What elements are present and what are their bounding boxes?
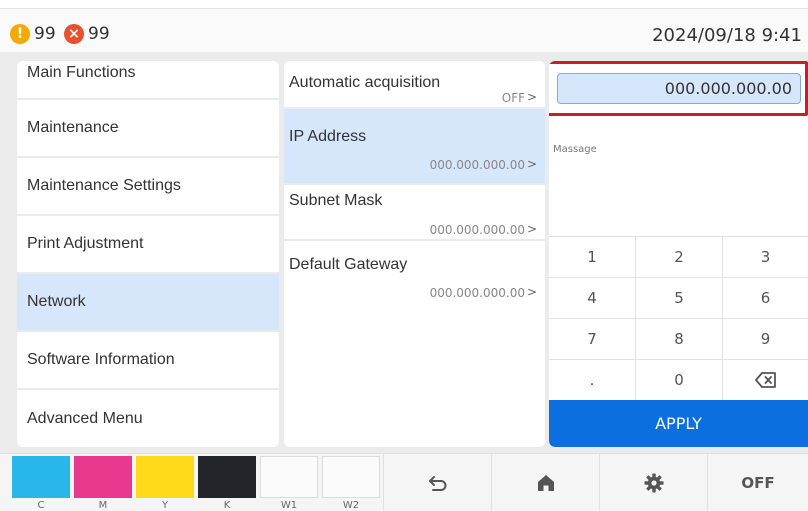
network-settings-list: Automatic acquisition OFF > IP Address 0… bbox=[284, 61, 545, 447]
menu-item-label: Maintenance Settings bbox=[27, 177, 181, 194]
warning-status[interactable]: ! 99 bbox=[10, 24, 56, 44]
settings-menu: Main Functions Maintenance Maintenance S… bbox=[17, 61, 279, 447]
setting-automatic-acquisition[interactable]: Automatic acquisition OFF > bbox=[284, 61, 545, 109]
setting-subnet-mask[interactable]: Subnet Mask 000.000.000.00 > bbox=[284, 185, 545, 241]
datetime: 2024/09/18 9:41 bbox=[652, 25, 802, 46]
chevron-right-icon: > bbox=[526, 90, 537, 104]
key-4[interactable]: 4 bbox=[549, 277, 635, 318]
setting-label: Default Gateway bbox=[289, 256, 408, 273]
ink-label-w2: W2 bbox=[342, 500, 360, 511]
menu-item-label: Maintenance bbox=[27, 119, 119, 136]
key-7[interactable]: 7 bbox=[549, 318, 635, 359]
key-9[interactable]: 9 bbox=[722, 318, 808, 359]
menu-item-maintenance-settings[interactable]: Maintenance Settings bbox=[17, 158, 279, 216]
main-area: Main Functions Maintenance Maintenance S… bbox=[0, 52, 808, 453]
ink-swatch-y[interactable] bbox=[136, 456, 194, 498]
top-edge bbox=[0, 0, 808, 9]
menu-item-main-functions[interactable]: Main Functions bbox=[17, 61, 279, 100]
backspace-button[interactable] bbox=[722, 359, 808, 400]
device-screen: ! 99 × 99 2024/09/18 9:41 Main Functions… bbox=[0, 0, 808, 511]
setting-label: Automatic acquisition bbox=[289, 74, 441, 91]
menu-item-label: Main Functions bbox=[27, 64, 136, 81]
setting-value: OFF bbox=[501, 91, 525, 105]
ink-swatch-w1[interactable] bbox=[260, 456, 318, 498]
ink-swatch-k[interactable] bbox=[198, 456, 256, 498]
menu-item-advanced-menu[interactable]: Advanced Menu bbox=[17, 390, 279, 447]
ip-editor-panel: 000.000.000.00 Massage 1 2 3 4 5 6 7 8 9… bbox=[549, 61, 808, 447]
chevron-right-icon: > bbox=[526, 222, 537, 236]
home-icon bbox=[537, 475, 554, 491]
menu-item-label: Advanced Menu bbox=[27, 410, 143, 427]
numeric-keypad: 1 2 3 4 5 6 7 8 9 . 0 bbox=[549, 236, 808, 400]
menu-item-software-information[interactable]: Software Information bbox=[17, 332, 279, 390]
setting-value: 000.000.000.00 bbox=[429, 223, 525, 237]
key-1[interactable]: 1 bbox=[549, 236, 635, 277]
backspace-icon bbox=[754, 372, 776, 388]
menu-item-label: Network bbox=[27, 293, 86, 310]
bottom-bar: C M Y K W1 W2 OFF bbox=[0, 453, 808, 511]
setting-value: 000.000.000.00 bbox=[429, 286, 525, 300]
warning-icon: ! bbox=[10, 24, 30, 44]
menu-item-label: Print Adjustment bbox=[27, 235, 144, 252]
ink-label-c: C bbox=[37, 500, 45, 511]
chevron-right-icon: > bbox=[526, 157, 537, 171]
warning-count: 99 bbox=[34, 24, 56, 44]
back-icon bbox=[428, 476, 446, 491]
ink-swatch-c[interactable] bbox=[12, 456, 70, 498]
key-8[interactable]: 8 bbox=[635, 318, 722, 359]
ink-label-k: K bbox=[223, 500, 231, 511]
error-icon: × bbox=[64, 24, 84, 44]
gear-icon bbox=[644, 473, 663, 493]
setting-ip-address[interactable]: IP Address 000.000.000.00 > bbox=[284, 109, 545, 185]
key-5[interactable]: 5 bbox=[635, 277, 722, 318]
ink-label-y: Y bbox=[161, 500, 169, 511]
ink-swatch-m[interactable] bbox=[74, 456, 132, 498]
power-off-button[interactable]: OFF bbox=[707, 454, 808, 511]
setting-label: IP Address bbox=[289, 128, 367, 145]
ip-address-input[interactable]: 000.000.000.00 bbox=[557, 73, 801, 104]
key-0[interactable]: 0 bbox=[635, 359, 722, 400]
ink-label-w1: W1 bbox=[280, 500, 298, 511]
back-button[interactable] bbox=[383, 454, 491, 511]
menu-item-label: Software Information bbox=[27, 351, 175, 368]
error-count: 99 bbox=[88, 24, 110, 44]
ink-swatch-w2[interactable] bbox=[322, 456, 380, 498]
settings-button[interactable] bbox=[599, 454, 707, 511]
error-status[interactable]: × 99 bbox=[64, 24, 110, 44]
apply-button[interactable]: APPLY bbox=[549, 400, 808, 447]
status-bar: ! 99 × 99 2024/09/18 9:41 bbox=[0, 0, 808, 52]
key-6[interactable]: 6 bbox=[722, 277, 808, 318]
chevron-right-icon: > bbox=[526, 285, 537, 299]
setting-label: Subnet Mask bbox=[289, 192, 383, 209]
menu-item-maintenance[interactable]: Maintenance bbox=[17, 100, 279, 158]
menu-item-network[interactable]: Network bbox=[17, 274, 279, 332]
message-label: Massage bbox=[553, 144, 597, 155]
setting-default-gateway[interactable]: Default Gateway 000.000.000.00 > bbox=[284, 241, 545, 311]
home-button[interactable] bbox=[491, 454, 599, 511]
setting-value: 000.000.000.00 bbox=[429, 158, 525, 172]
key-dot[interactable]: . bbox=[549, 359, 635, 400]
menu-item-print-adjustment[interactable]: Print Adjustment bbox=[17, 216, 279, 274]
key-2[interactable]: 2 bbox=[635, 236, 722, 277]
ink-label-m: M bbox=[98, 500, 108, 511]
off-label: OFF bbox=[741, 474, 775, 492]
key-3[interactable]: 3 bbox=[722, 236, 808, 277]
